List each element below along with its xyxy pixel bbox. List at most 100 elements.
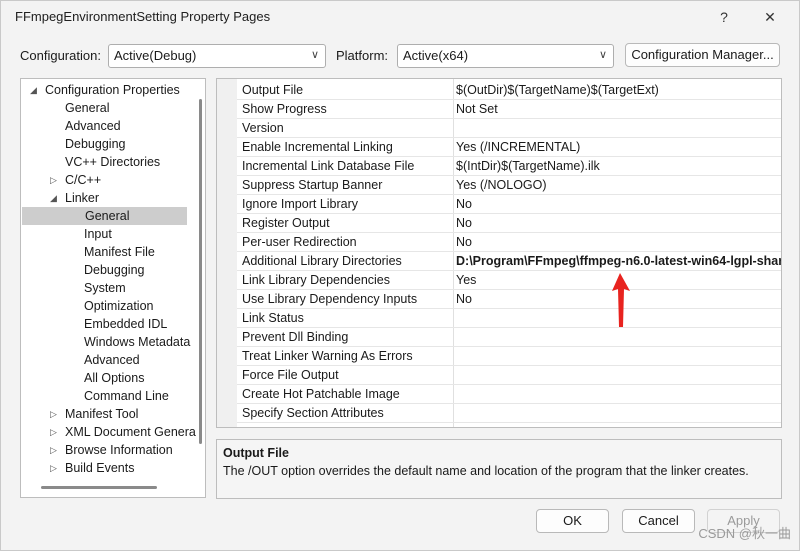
tree-item-label: Build Events xyxy=(65,461,135,475)
tree-item-label: Browse Information xyxy=(65,443,173,457)
tree-item[interactable]: ◢ Linker xyxy=(21,189,187,207)
property-row[interactable]: Incremental Link Database File $(IntDir)$… xyxy=(237,157,781,176)
property-row[interactable]: Ignore Import Library No xyxy=(237,195,781,214)
property-row[interactable]: Output File $(OutDir)$(TargetName)$(Targe… xyxy=(237,81,781,100)
property-row[interactable]: Register Output No xyxy=(237,214,781,233)
property-name: Force File Output xyxy=(242,368,339,382)
property-value[interactable]: Yes (/INCREMENTAL) xyxy=(456,140,580,154)
tree-item[interactable]: All Options xyxy=(21,369,187,387)
property-value[interactable]: No xyxy=(456,235,472,249)
property-value[interactable]: No xyxy=(456,197,472,211)
tree-item[interactable]: ▷ Manifest Tool xyxy=(21,405,187,423)
tree-item[interactable]: Manifest File xyxy=(21,243,187,261)
tree-item-label: Configuration Properties xyxy=(45,83,180,97)
tree-item[interactable]: Advanced xyxy=(21,117,187,135)
tree-item[interactable]: Debugging xyxy=(21,135,187,153)
property-name: Output File xyxy=(242,83,304,97)
property-row[interactable]: Create Hot Patchable Image xyxy=(237,385,781,404)
tree-item-label: Command Line xyxy=(84,389,169,403)
property-value[interactable]: $(OutDir)$(TargetName)$(TargetExt) xyxy=(456,83,659,97)
property-value[interactable]: Not Set xyxy=(456,102,498,116)
help-icon[interactable]: ? xyxy=(709,5,739,29)
property-value[interactable]: No xyxy=(456,292,472,306)
configuration-manager-button[interactable]: Configuration Manager... xyxy=(625,43,780,67)
grid-gutter xyxy=(217,79,237,427)
tree-item-label: Windows Metadata xyxy=(84,335,191,349)
tree-item[interactable]: VC++ Directories xyxy=(21,153,187,171)
tree-item[interactable]: Command Line xyxy=(21,387,187,405)
close-icon[interactable]: ✕ xyxy=(755,5,785,29)
tree-item[interactable]: ▷ XML Document Genera xyxy=(21,423,196,441)
property-name: Prevent Dll Binding xyxy=(242,330,349,344)
property-value[interactable]: Yes (/NOLOGO) xyxy=(456,178,547,192)
tree-item-label: Advanced xyxy=(65,119,121,133)
property-row[interactable]: Link Library Dependencies Yes xyxy=(237,271,781,290)
tree-item[interactable]: Optimization xyxy=(21,297,187,315)
property-row[interactable]: Specify Section Attributes xyxy=(237,404,781,423)
tree-item[interactable]: ▷ Browse Information xyxy=(21,441,187,459)
property-value[interactable]: D:\Program\FFmpeg\ffmpeg-n6.0-latest-win… xyxy=(456,254,781,268)
collapsed-arrow-icon[interactable]: ▷ xyxy=(50,423,57,441)
tree-item[interactable]: General xyxy=(22,207,187,225)
tree-item[interactable]: ▷ C/C++ xyxy=(21,171,187,189)
tree-item-label: General xyxy=(65,101,110,115)
property-row[interactable]: Enable Incremental Linking Yes (/INCREMEN… xyxy=(237,138,781,157)
property-row[interactable]: Show Progress Not Set xyxy=(237,100,781,119)
property-row[interactable]: Use Library Dependency Inputs No xyxy=(237,290,781,309)
expanded-arrow-icon[interactable]: ◢ xyxy=(50,189,57,207)
property-row[interactable]: Link Status xyxy=(237,309,781,328)
collapsed-arrow-icon[interactable]: ▷ xyxy=(50,441,57,459)
property-grid: Output File $(OutDir)$(TargetName)$(Targe… xyxy=(216,78,782,428)
tree-item[interactable]: Embedded IDL xyxy=(21,315,187,333)
property-row[interactable]: Treat Linker Warning As Errors xyxy=(237,347,781,366)
tree-item[interactable]: Debugging xyxy=(21,261,187,279)
property-row[interactable]: Prevent Dll Binding xyxy=(237,328,781,347)
tree-item-label: Input xyxy=(84,227,112,241)
cancel-button[interactable]: Cancel xyxy=(622,509,695,533)
property-row[interactable]: Version xyxy=(237,119,781,138)
description-panel: Output File The /OUT option overrides th… xyxy=(216,439,782,499)
property-tree[interactable]: ◢ Configuration Properties General Advanced… xyxy=(20,78,206,498)
property-name: Register Output xyxy=(242,216,330,230)
property-row[interactable]: Per-user Redirection No xyxy=(237,233,781,252)
configuration-value: Active(Debug) xyxy=(114,48,197,63)
tree-horizontal-scrollbar[interactable] xyxy=(41,486,157,489)
property-name: Per-user Redirection xyxy=(242,235,357,249)
configuration-select[interactable]: Active(Debug) ∨ xyxy=(108,44,326,68)
property-row[interactable]: Suppress Startup Banner Yes (/NOLOGO) xyxy=(237,176,781,195)
tree-item[interactable]: System xyxy=(21,279,187,297)
property-name: Show Progress xyxy=(242,102,327,116)
property-row[interactable]: Additional Library Directories D:\Program… xyxy=(237,252,781,271)
platform-select[interactable]: Active(x64) ∨ xyxy=(397,44,614,68)
collapsed-arrow-icon[interactable]: ▷ xyxy=(50,171,57,189)
tree-item[interactable]: Advanced xyxy=(21,351,187,369)
tree-item-label: Embedded IDL xyxy=(84,317,168,331)
property-value[interactable]: Yes xyxy=(456,273,476,287)
property-name: Additional Library Directories xyxy=(242,254,402,268)
property-name: Use Library Dependency Inputs xyxy=(242,292,418,306)
ok-button[interactable]: OK xyxy=(536,509,609,533)
property-pages-dialog: FFmpegEnvironmentSetting Property Pages … xyxy=(0,0,800,551)
tree-item-label: C/C++ xyxy=(65,173,102,187)
tree-item[interactable]: ▷ Build Events xyxy=(21,459,187,477)
chevron-down-icon: ∨ xyxy=(310,49,319,61)
tree-vertical-scrollbar[interactable] xyxy=(199,99,202,444)
tree-item-label: Debugging xyxy=(65,137,126,151)
property-name: Link Status xyxy=(242,311,304,325)
tree-item-label: Linker xyxy=(65,191,100,205)
tree-item[interactable]: General xyxy=(21,99,187,117)
tree-item-label: Manifest Tool xyxy=(65,407,139,421)
property-name: Specify Section Attributes xyxy=(242,406,384,420)
red-arrow-annotation xyxy=(612,273,630,327)
tree-item[interactable]: Input xyxy=(21,225,187,243)
collapsed-arrow-icon[interactable]: ▷ xyxy=(50,405,57,423)
property-value[interactable]: No xyxy=(456,216,472,230)
tree-item[interactable]: ◢ Configuration Properties xyxy=(21,81,187,99)
property-name: Version xyxy=(242,121,284,135)
tree-item[interactable]: Windows Metadata xyxy=(21,333,191,351)
tree-item-label: General xyxy=(85,209,130,223)
property-row[interactable]: Force File Output xyxy=(237,366,781,385)
collapsed-arrow-icon[interactable]: ▷ xyxy=(50,459,57,477)
property-value[interactable]: $(IntDir)$(TargetName).ilk xyxy=(456,159,600,173)
expanded-arrow-icon[interactable]: ◢ xyxy=(30,81,37,99)
